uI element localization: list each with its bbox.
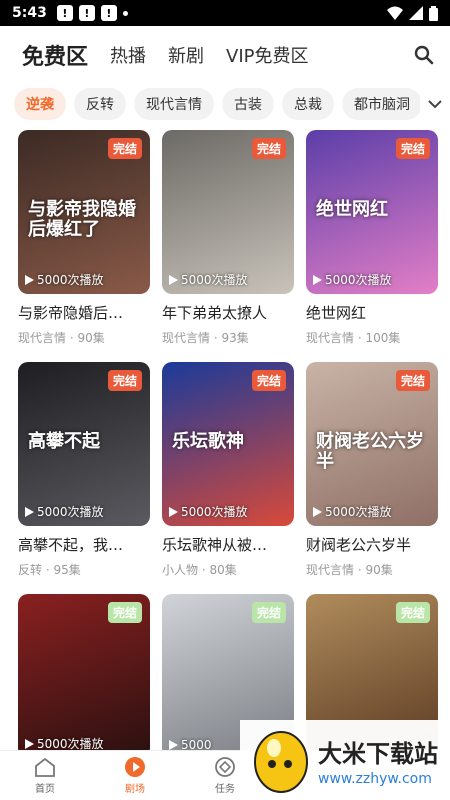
- completed-badge: 完结: [251, 602, 286, 623]
- site-watermark: 大米下载站 www.zzhyw.com: [240, 720, 450, 800]
- drama-poster[interactable]: 乐坛歌神 完结 5000次播放: [162, 362, 294, 526]
- completed-badge: 完结: [251, 138, 286, 159]
- drama-title[interactable]: 财阀老公六岁半: [306, 534, 438, 555]
- category-chips: 逆袭 反转 现代言情 古装 总裁 都市脑洞: [0, 84, 450, 124]
- completed-badge: 完结: [107, 602, 142, 623]
- drama-card[interactable]: 完结 5000次播放年下弟弟太撩人现代言情 · 93集: [162, 130, 294, 346]
- view-count-label: 5000次播放: [37, 273, 104, 287]
- poster-art-text: 乐坛歌神: [172, 431, 244, 452]
- egg-logo-icon: [254, 731, 308, 793]
- view-count: 5000次播放: [24, 503, 104, 520]
- play-icon: [124, 756, 146, 778]
- task-icon: [214, 756, 236, 778]
- drama-poster[interactable]: 高攀不起 完结 5000次播放: [18, 362, 150, 526]
- drama-title[interactable]: 乐坛歌神从被…: [162, 534, 294, 555]
- status-bar: 5:43 ! ! !: [0, 0, 450, 26]
- drama-card[interactable]: 绝世网红 完结 5000次播放 绝世网红 现代言情 · 100集: [306, 130, 438, 346]
- poster-art-text: 与影帝我隐婚后爆红了: [28, 199, 136, 240]
- chip-ceo[interactable]: 总裁: [282, 88, 334, 120]
- play-count-icon: [169, 274, 178, 285]
- drama-meta: 现代言情 · 90集: [306, 563, 393, 577]
- tab-vip-free[interactable]: VIP免费区: [226, 42, 308, 68]
- signal-icon: [409, 6, 423, 20]
- play-count-icon: [169, 506, 178, 517]
- nav-home-label: 首页: [35, 784, 55, 795]
- tab-free[interactable]: 免费区: [22, 39, 88, 71]
- completed-badge: 完结: [395, 602, 430, 623]
- drama-poster[interactable]: 财阀老公六岁半 完结 5000次播放: [306, 362, 438, 526]
- view-count-label: 5000次播放: [325, 273, 392, 287]
- nav-theater-label: 剧场: [125, 784, 145, 795]
- battery-icon: [429, 5, 438, 21]
- completed-badge: 完结: [251, 370, 286, 391]
- drama-card[interactable]: 高攀不起 完结 5000次播放高攀不起，我… 反转 · 95集: [18, 362, 150, 578]
- chip-costume[interactable]: 古装: [222, 88, 274, 120]
- view-count-label: 5000次播放: [37, 505, 104, 519]
- drama-poster[interactable]: 绝世网红 完结 5000次播放: [306, 130, 438, 294]
- view-count: 5000次播放: [312, 503, 392, 520]
- tab-hot[interactable]: 热播: [110, 42, 146, 68]
- drama-meta: 现代言情 · 90集: [18, 331, 105, 345]
- play-count-icon: [25, 506, 34, 517]
- nav-task-label: 任务: [215, 784, 235, 795]
- drama-title[interactable]: 与影帝隐婚后…: [18, 302, 150, 323]
- chip-fanzhuan[interactable]: 反转: [74, 88, 126, 120]
- status-time: 5:43: [12, 5, 47, 21]
- drama-meta: 现代言情 · 93集: [162, 331, 249, 345]
- drama-poster[interactable]: 与影帝我隐婚后爆红了 完结 5000次播放: [18, 130, 150, 294]
- wifi-icon: [387, 6, 403, 20]
- drama-card[interactable]: 完结 5000次播放: [18, 594, 150, 758]
- view-count-label: 5000次播放: [181, 273, 248, 287]
- drama-meta: 小人物 · 80集: [162, 563, 237, 577]
- completed-badge: 完结: [107, 138, 142, 159]
- poster-art-text: 绝世网红: [316, 199, 388, 220]
- play-count-icon: [25, 738, 34, 749]
- drama-meta: 现代言情 · 100集: [306, 331, 401, 345]
- drama-title[interactable]: 绝世网红: [306, 302, 438, 323]
- top-tab-bar: 免费区 热播 新剧 VIP免费区: [0, 26, 450, 84]
- view-count: 5000次播放: [168, 503, 248, 520]
- drama-card[interactable]: 乐坛歌神 完结 5000次播放乐坛歌神从被… 小人物 · 80集: [162, 362, 294, 578]
- play-count-icon: [169, 740, 178, 750]
- nav-home[interactable]: 首页: [0, 751, 90, 800]
- completed-badge: 完结: [107, 370, 142, 391]
- chevron-down-icon[interactable]: [420, 84, 450, 124]
- drama-poster[interactable]: 完结 5000次播放: [18, 594, 150, 758]
- chip-nixi[interactable]: 逆袭: [14, 88, 66, 120]
- chip-urban-fantasy[interactable]: 都市脑洞: [342, 88, 422, 120]
- view-count: 5000次播放: [312, 271, 392, 288]
- poster-art-text: 高攀不起: [28, 431, 100, 452]
- drama-card[interactable]: 与影帝我隐婚后爆红了 完结 5000次播放与影帝隐婚后… 现代言情 · 90集: [18, 130, 150, 346]
- completed-badge: 完结: [395, 370, 430, 391]
- drama-card[interactable]: 财阀老公六岁半 完结 5000次播放 财阀老公六岁半 现代言情 · 90集: [306, 362, 438, 578]
- play-count-icon: [313, 274, 322, 285]
- drama-title[interactable]: 年下弟弟太撩人: [162, 302, 294, 323]
- play-count-icon: [25, 274, 34, 285]
- chip-modern-romance[interactable]: 现代言情: [134, 88, 214, 120]
- search-icon[interactable]: [412, 43, 436, 67]
- notification-icons: ! ! !: [56, 5, 128, 21]
- view-count-label: 5000次播放: [325, 505, 392, 519]
- nav-theater[interactable]: 剧场: [90, 751, 180, 800]
- drama-poster[interactable]: 完结 5000次播放: [162, 130, 294, 294]
- drama-title[interactable]: 高攀不起，我…: [18, 534, 150, 555]
- notification-icon: !: [56, 5, 73, 21]
- home-icon: [34, 756, 56, 778]
- tab-new[interactable]: 新剧: [168, 42, 204, 68]
- view-count: 5000次播放: [168, 271, 248, 288]
- view-count-label: 5000次播放: [181, 505, 248, 519]
- watermark-title: 大米下载站: [318, 739, 438, 768]
- poster-art-text: 财阀老公六岁半: [316, 431, 424, 472]
- dot-icon: [122, 10, 128, 16]
- drama-meta: 反转 · 95集: [18, 563, 81, 577]
- notification-icon: !: [100, 5, 117, 21]
- notification-icon: !: [78, 5, 95, 21]
- view-count: 5000次播放: [24, 271, 104, 288]
- completed-badge: 完结: [395, 138, 430, 159]
- watermark-url: www.zzhyw.com: [318, 770, 432, 787]
- play-count-icon: [313, 506, 322, 517]
